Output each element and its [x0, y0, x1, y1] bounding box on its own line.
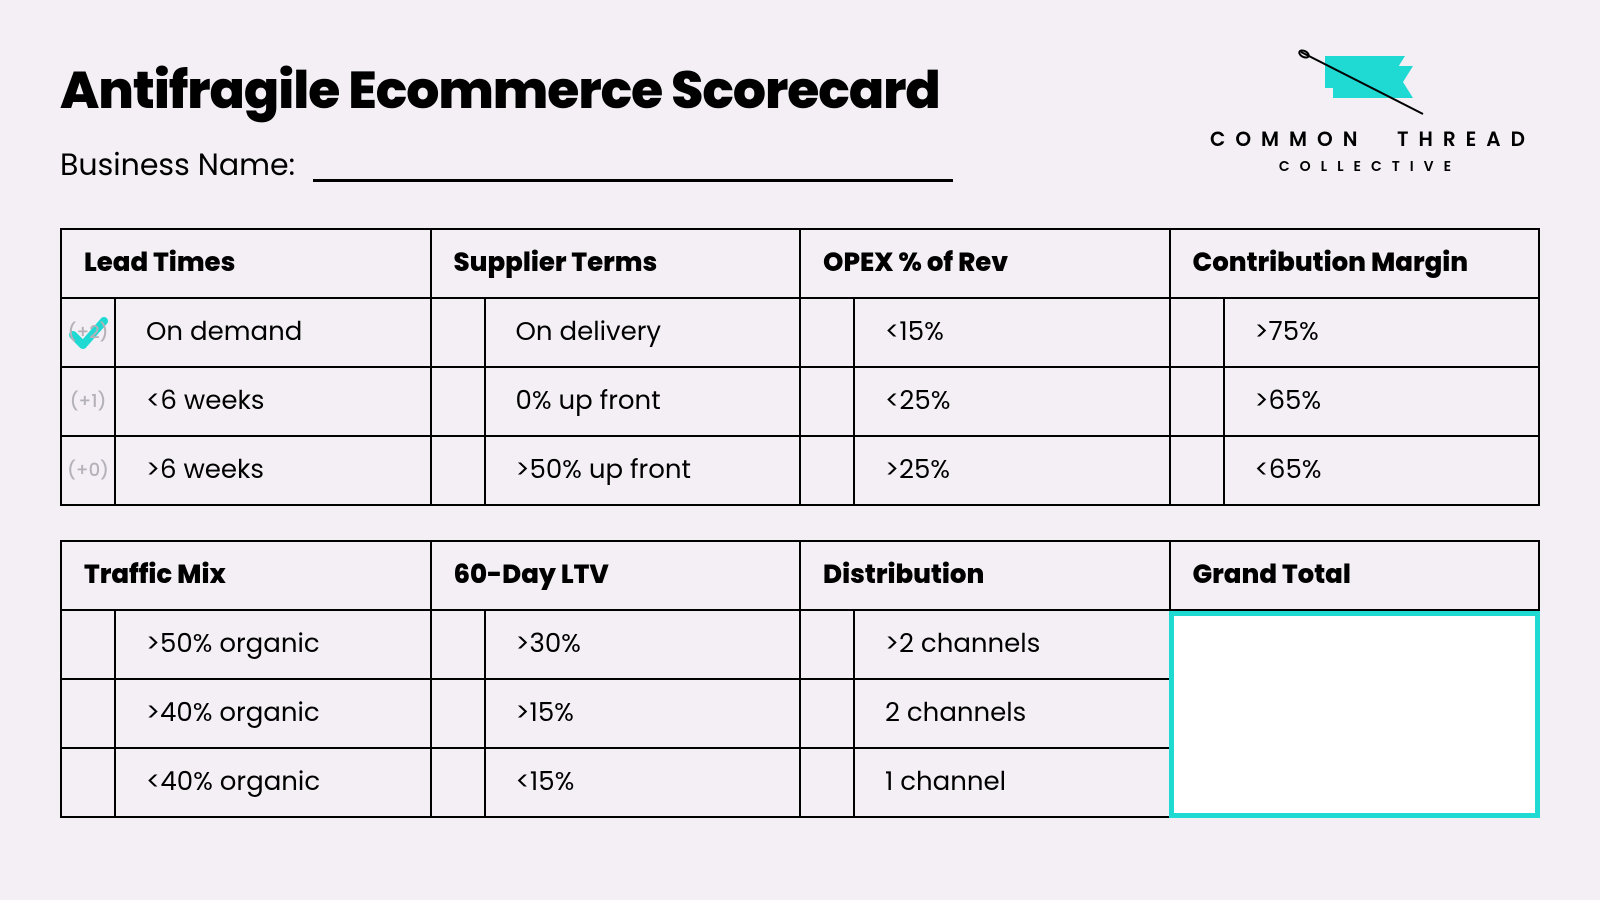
header-lead-times: Lead Times [62, 230, 430, 299]
supplier-val-1: 0% up front [486, 368, 800, 435]
supplier-val-0: On delivery [486, 299, 800, 366]
traffic-check-0[interactable] [62, 611, 116, 678]
supplier-check-0[interactable] [432, 299, 486, 366]
opex-val-1: <25% [855, 368, 1169, 435]
contribution-val-2: <65% [1225, 437, 1539, 504]
leadtimes-row-plus1[interactable]: (+1) <6 weeks [62, 368, 430, 437]
contribution-check-2[interactable] [1171, 437, 1225, 504]
opex-val-0: <15% [855, 299, 1169, 366]
flag-needle-icon [1295, 48, 1445, 118]
header-contribution: Contribution Margin [1171, 230, 1539, 299]
col-traffic: Traffic Mix >50% organic >40% organic <4… [60, 540, 430, 818]
grand-total-box[interactable] [1169, 611, 1541, 818]
traffic-check-1[interactable] [62, 680, 116, 747]
traffic-row-0[interactable]: >50% organic [62, 611, 430, 680]
score-cell-plus0[interactable]: (+0) [62, 437, 116, 504]
leadtimes-row-plus0[interactable]: (+0) >6 weeks [62, 437, 430, 504]
distribution-val-0: >2 channels [855, 611, 1169, 678]
leadtimes-val-0: On demand [116, 299, 430, 366]
scorecard-row-1: Lead Times (+2) On demand (+1) <6 weeks … [60, 228, 1540, 506]
contribution-check-0[interactable] [1171, 299, 1225, 366]
distribution-check-0[interactable] [801, 611, 855, 678]
leadtimes-val-1: <6 weeks [116, 368, 430, 435]
opex-row-1[interactable]: <25% [801, 368, 1169, 437]
scorecard-row-2: Traffic Mix >50% organic >40% organic <4… [60, 540, 1540, 818]
ltv-check-1[interactable] [432, 680, 486, 747]
brand-logo: COMMON THREAD COLLECTIVE [1210, 48, 1530, 177]
distribution-row-2[interactable]: 1 channel [801, 749, 1169, 816]
distribution-val-1: 2 channels [855, 680, 1169, 747]
distribution-row-0[interactable]: >2 channels [801, 611, 1169, 680]
ltv-row-1[interactable]: >15% [432, 680, 800, 749]
header-opex: OPEX % of Rev [801, 230, 1169, 299]
contribution-check-1[interactable] [1171, 368, 1225, 435]
distribution-val-2: 1 channel [855, 749, 1169, 816]
header-grand-total: Grand Total [1171, 542, 1539, 611]
leadtimes-val-2: >6 weeks [116, 437, 430, 504]
ltv-check-2[interactable] [432, 749, 486, 816]
traffic-val-2: <40% organic [116, 749, 430, 816]
col-distribution: Distribution >2 channels 2 channels 1 ch… [799, 540, 1169, 818]
supplier-check-2[interactable] [432, 437, 486, 504]
ltv-val-0: >30% [486, 611, 800, 678]
header-supplier-terms: Supplier Terms [432, 230, 800, 299]
ltv-val-2: <15% [486, 749, 800, 816]
opex-val-2: >25% [855, 437, 1169, 504]
business-name-input-line[interactable] [313, 179, 953, 182]
supplier-row-0[interactable]: On delivery [432, 299, 800, 368]
opex-check-0[interactable] [801, 299, 855, 366]
ltv-val-1: >15% [486, 680, 800, 747]
contribution-val-1: >65% [1225, 368, 1539, 435]
header-ltv: 60-Day LTV [432, 542, 800, 611]
traffic-check-2[interactable] [62, 749, 116, 816]
ltv-check-0[interactable] [432, 611, 486, 678]
traffic-val-0: >50% organic [116, 611, 430, 678]
col-grand-total: Grand Total [1169, 540, 1541, 818]
ltv-row-2[interactable]: <15% [432, 749, 800, 816]
header-traffic: Traffic Mix [62, 542, 430, 611]
contribution-row-1[interactable]: >65% [1171, 368, 1539, 437]
header-distribution: Distribution [801, 542, 1169, 611]
supplier-row-2[interactable]: >50% up front [432, 437, 800, 504]
distribution-check-2[interactable] [801, 749, 855, 816]
supplier-row-1[interactable]: 0% up front [432, 368, 800, 437]
col-lead-times: Lead Times (+2) On demand (+1) <6 weeks … [60, 228, 430, 506]
col-ltv: 60-Day LTV >30% >15% <15% [430, 540, 800, 818]
business-name-label: Business Name: [60, 142, 295, 188]
score-cell-plus1[interactable]: (+1) [62, 368, 116, 435]
supplier-val-2: >50% up front [486, 437, 800, 504]
score-cell-plus2[interactable]: (+2) [62, 299, 116, 366]
distribution-row-1[interactable]: 2 channels [801, 680, 1169, 749]
traffic-row-2[interactable]: <40% organic [62, 749, 430, 816]
col-supplier-terms: Supplier Terms On delivery 0% up front >… [430, 228, 800, 506]
opex-check-2[interactable] [801, 437, 855, 504]
contribution-val-0: >75% [1225, 299, 1539, 366]
traffic-val-1: >40% organic [116, 680, 430, 747]
col-opex: OPEX % of Rev <15% <25% >25% [799, 228, 1169, 506]
supplier-check-1[interactable] [432, 368, 486, 435]
opex-row-2[interactable]: >25% [801, 437, 1169, 504]
traffic-row-1[interactable]: >40% organic [62, 680, 430, 749]
opex-row-0[interactable]: <15% [801, 299, 1169, 368]
contribution-row-0[interactable]: >75% [1171, 299, 1539, 368]
brand-line2: COLLECTIVE [1210, 156, 1530, 177]
leadtimes-row-plus2[interactable]: (+2) On demand [62, 299, 430, 368]
col-contribution: Contribution Margin >75% >65% <65% [1169, 228, 1541, 506]
distribution-check-1[interactable] [801, 680, 855, 747]
ltv-row-0[interactable]: >30% [432, 611, 800, 680]
contribution-row-2[interactable]: <65% [1171, 437, 1539, 504]
brand-line1: COMMON THREAD [1210, 124, 1530, 154]
check-icon [68, 313, 108, 353]
opex-check-1[interactable] [801, 368, 855, 435]
